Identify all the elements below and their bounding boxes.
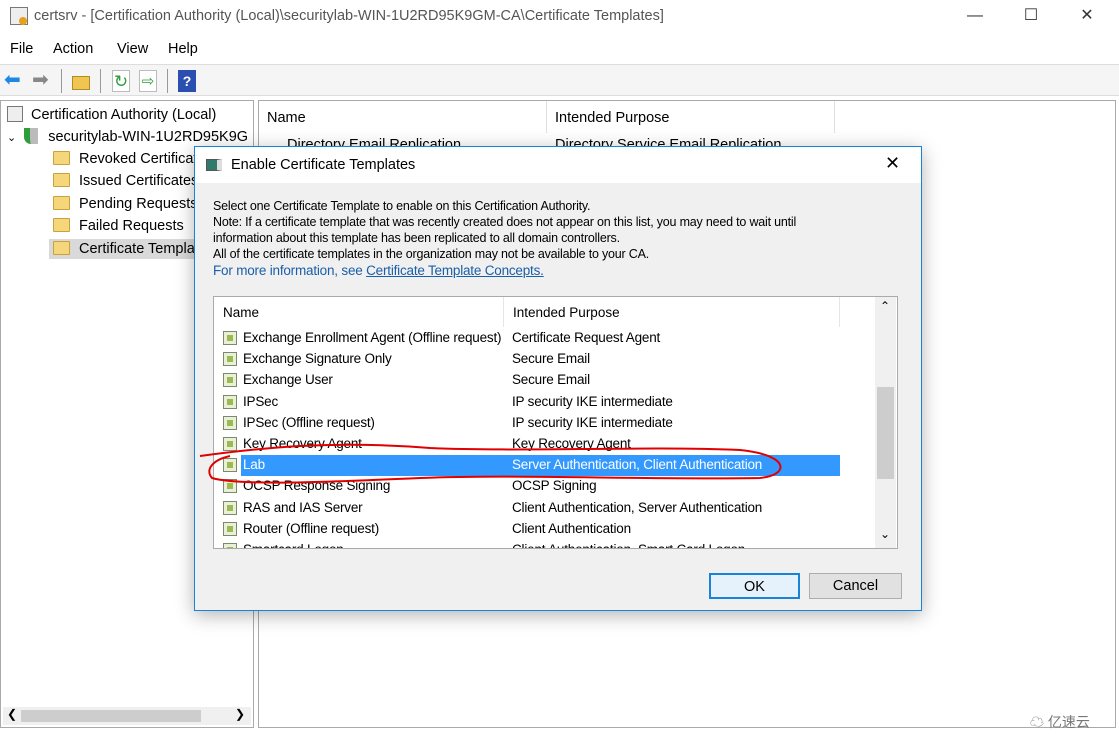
red-annotation-circle [199,443,782,484]
annotation-stroke [199,443,782,484]
watermark-logo: ☁ 亿速云 [1030,714,1090,730]
